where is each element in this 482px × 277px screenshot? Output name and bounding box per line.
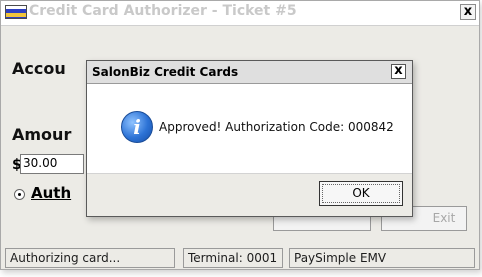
window-title: Credit Card Authorizer - Ticket #5 bbox=[29, 3, 297, 19]
auth-radio-button[interactable] bbox=[14, 189, 25, 200]
amount-input[interactable]: 30.00 bbox=[20, 154, 84, 174]
status-message: Authorizing card... bbox=[5, 248, 175, 268]
app-icon bbox=[5, 5, 27, 19]
auth-radio-label[interactable]: Auth bbox=[31, 184, 71, 202]
statusbar: Authorizing card... Terminal: 0001 PaySi… bbox=[5, 248, 475, 268]
info-icon: i bbox=[121, 111, 153, 143]
account-label: Accou bbox=[12, 59, 66, 78]
status-processor: PaySimple EMV bbox=[289, 248, 475, 268]
dialog-title: SalonBiz Credit Cards bbox=[92, 65, 239, 79]
ok-button[interactable]: OK bbox=[319, 181, 403, 206]
dialog-message: Approved! Authorization Code: 000842 bbox=[159, 120, 394, 134]
dialog-footer: OK bbox=[87, 173, 412, 216]
approval-dialog: SalonBiz Credit Cards x i Approved! Auth… bbox=[86, 60, 413, 217]
window-close-button[interactable]: x bbox=[460, 4, 476, 20]
window-titlebar[interactable]: Credit Card Authorizer - Ticket #5 x bbox=[1, 1, 479, 26]
dialog-titlebar[interactable]: SalonBiz Credit Cards x bbox=[87, 61, 412, 84]
amount-label: Amour bbox=[12, 125, 72, 144]
status-terminal: Terminal: 0001 bbox=[183, 248, 283, 268]
dialog-close-button[interactable]: x bbox=[391, 64, 406, 79]
